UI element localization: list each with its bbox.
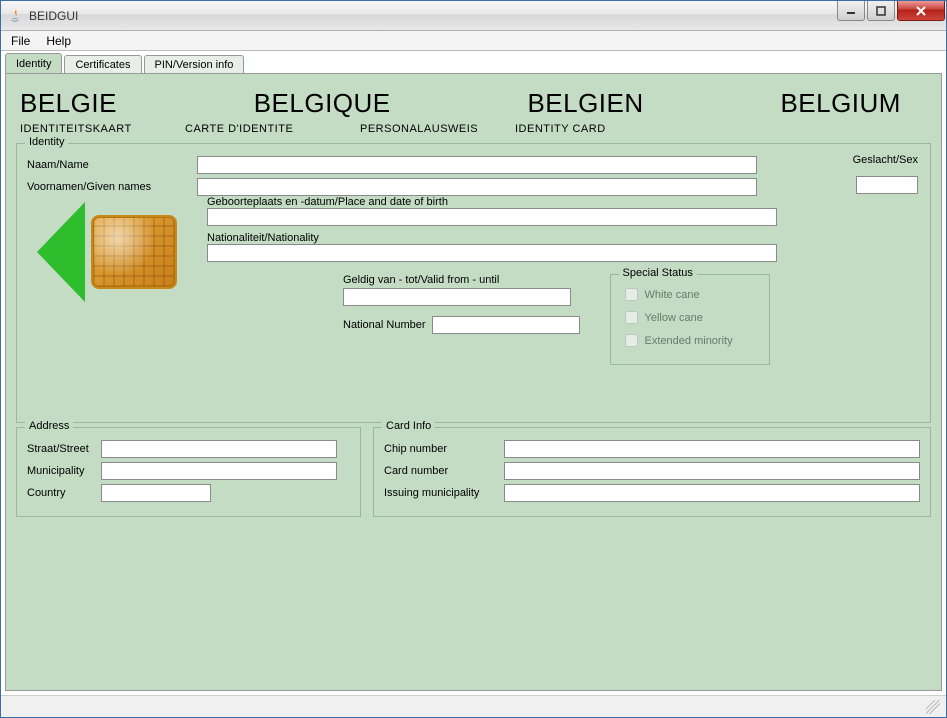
tab-identity[interactable]: Identity xyxy=(5,53,62,73)
close-button[interactable] xyxy=(897,1,945,21)
nationality-label: Nationaliteit/Nationality xyxy=(207,232,920,244)
identity-legend: Identity xyxy=(25,136,68,148)
maximize-button[interactable] xyxy=(867,1,895,21)
validity-block: Geldig van - tot/Valid from - until Nati… xyxy=(343,274,580,365)
address-legend: Address xyxy=(25,420,73,432)
white-cane-label: White cane xyxy=(645,289,700,301)
extended-minority-label: Extended minority xyxy=(645,335,733,347)
card-number-label: Card number xyxy=(384,465,504,477)
tab-panel-identity: BELGIE BELGIQUE BELGIEN BELGIUM IDENTITE… xyxy=(5,73,942,691)
yellow-cane-label: Yellow cane xyxy=(645,312,703,324)
sex-label: Geslacht/Sex xyxy=(853,154,918,166)
doctype-nl: IDENTITEITSKAART xyxy=(20,123,185,135)
window-title: BEIDGUI xyxy=(29,9,836,23)
country-en: BELGIUM xyxy=(780,88,901,119)
app-window: BEIDGUI File Help Identity Certificates … xyxy=(0,0,947,718)
country-input[interactable] xyxy=(101,484,211,502)
country-heading-row: BELGIE BELGIQUE BELGIEN BELGIUM xyxy=(6,74,941,123)
chip-icon xyxy=(91,215,177,289)
name-label: Naam/Name xyxy=(27,159,197,171)
municipality-input[interactable] xyxy=(101,462,337,480)
white-cane-checkbox[interactable] xyxy=(625,288,638,301)
java-icon xyxy=(7,8,23,24)
country-nl: BELGIE xyxy=(20,88,117,119)
municipality-label: Municipality xyxy=(27,465,101,477)
identity-fieldset: Identity Naam/Name Voornamen/Given names… xyxy=(16,143,931,423)
tab-certificates[interactable]: Certificates xyxy=(64,55,141,74)
menu-help[interactable]: Help xyxy=(38,31,79,50)
doctype-en: IDENTITY CARD xyxy=(515,123,606,135)
card-info-legend: Card Info xyxy=(382,420,435,432)
chip-number-label: Chip number xyxy=(384,443,504,455)
sex-area: Geslacht/Sex xyxy=(853,154,918,194)
birth-input[interactable] xyxy=(207,208,777,226)
yellow-cane-checkbox[interactable] xyxy=(625,311,638,324)
titlebar[interactable]: BEIDGUI xyxy=(1,1,946,31)
birth-label: Geboorteplaats en -datum/Place and date … xyxy=(207,196,920,208)
nationality-input[interactable] xyxy=(207,244,777,262)
given-names-input[interactable] xyxy=(197,178,757,196)
doctype-de: PERSONALAUSWEIS xyxy=(360,123,515,135)
special-status-fieldset: Special Status White cane Yellow cane Ex… xyxy=(610,274,770,365)
extended-minority-checkbox[interactable] xyxy=(625,334,638,347)
street-label: Straat/Street xyxy=(27,443,101,455)
given-names-label: Voornamen/Given names xyxy=(27,181,197,193)
valid-label: Geldig van - tot/Valid from - until xyxy=(343,274,580,286)
issuing-municipality-label: Issuing municipality xyxy=(384,487,504,499)
birth-nationality-block: Geboorteplaats en -datum/Place and date … xyxy=(207,196,920,262)
tabbar: Identity Certificates PIN/Version info xyxy=(1,53,946,73)
valid-input[interactable] xyxy=(343,288,571,306)
resize-grip-icon[interactable] xyxy=(926,700,940,714)
issuing-municipality-input[interactable] xyxy=(504,484,920,502)
tab-pin-version[interactable]: PIN/Version info xyxy=(144,55,245,74)
card-info-fieldset: Card Info Chip number Card number Issuin… xyxy=(373,427,931,517)
name-input[interactable] xyxy=(197,156,757,174)
special-status-legend: Special Status xyxy=(619,267,697,279)
window-controls xyxy=(836,1,946,30)
national-number-input[interactable] xyxy=(432,316,580,334)
menubar: File Help xyxy=(1,31,946,51)
card-number-input[interactable] xyxy=(504,462,920,480)
minimize-button[interactable] xyxy=(837,1,865,21)
chip-number-input[interactable] xyxy=(504,440,920,458)
country-de: BELGIEN xyxy=(527,88,643,119)
statusbar xyxy=(1,695,946,717)
national-number-label: National Number xyxy=(343,319,426,331)
country-label: Country xyxy=(27,487,101,499)
address-fieldset: Address Straat/Street Municipality Count… xyxy=(16,427,361,517)
street-input[interactable] xyxy=(101,440,337,458)
menu-file[interactable]: File xyxy=(3,31,38,50)
arrow-left-icon xyxy=(37,202,85,302)
doctype-fr: CARTE D'IDENTITE xyxy=(185,123,360,135)
country-fr: BELGIQUE xyxy=(254,88,391,119)
doc-type-row: IDENTITEITSKAART CARTE D'IDENTITE PERSON… xyxy=(6,123,941,139)
sex-input[interactable] xyxy=(856,176,918,194)
